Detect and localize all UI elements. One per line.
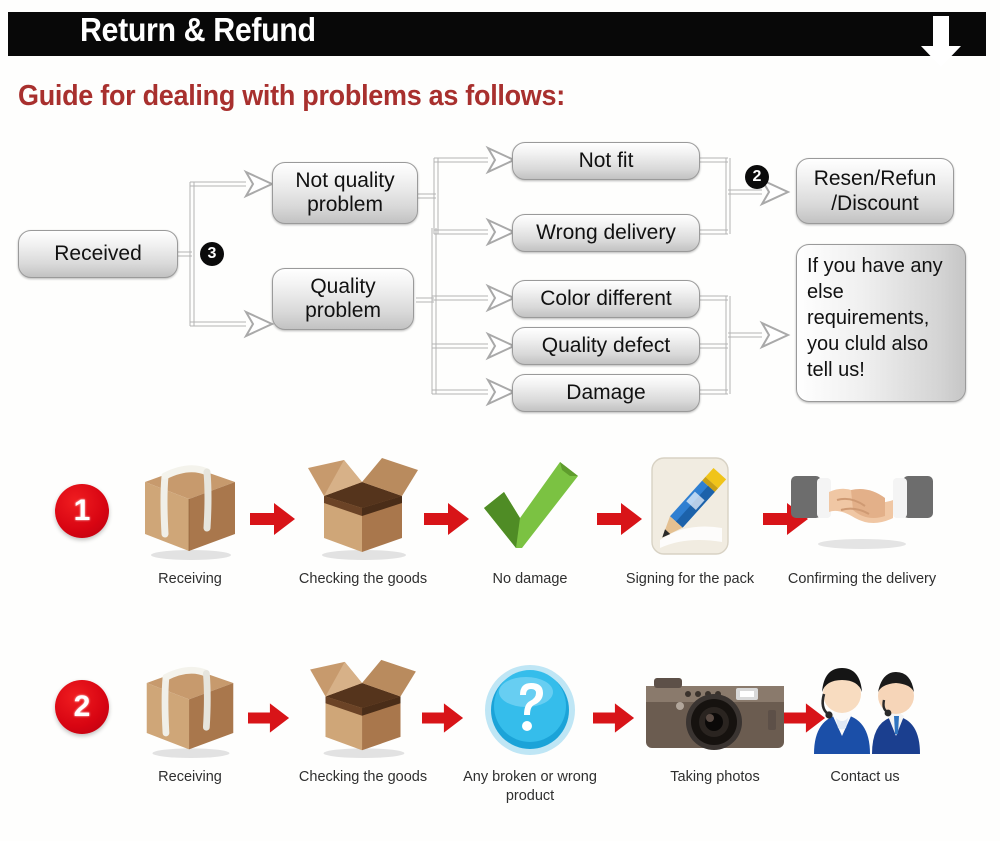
process-step-caption: Checking the goods — [298, 571, 428, 587]
process-step-caption: Receiving — [158, 769, 222, 785]
flow-badge-start-branch: 3 — [200, 242, 224, 266]
camera-icon — [640, 650, 790, 758]
open-box-icon — [288, 650, 438, 758]
process-step-contact-us: Contact us — [790, 650, 940, 787]
flow-node-color-different[interactable]: Color different — [512, 280, 700, 318]
problem-flowchart: Received 3 Not quality problem Quality p… — [0, 130, 1000, 430]
process-step-checking-goods: Checking the goods — [288, 650, 438, 787]
pencil-signing-icon — [615, 452, 765, 560]
process-row-1: 1 Receiving Checking the goods No damage… — [0, 452, 1000, 642]
flow-node-quality-problem[interactable]: Quality problem — [272, 268, 414, 330]
flow-node-received[interactable]: Received — [18, 230, 178, 278]
blue-question-mark-icon — [455, 650, 605, 758]
process-step-caption: Signing for the pack — [625, 571, 755, 587]
flow-node-label-line1: Quality — [310, 275, 376, 299]
outcome-label-line2: /Discount — [831, 192, 919, 215]
green-checkmark-icon — [455, 452, 605, 560]
closed-box-icon — [115, 650, 265, 758]
flow-node-wrong-delivery[interactable]: Wrong delivery — [512, 214, 700, 252]
red-right-arrow-icon — [593, 702, 639, 736]
flow-node-label-line2: problem — [305, 299, 381, 322]
guide-heading: Guide for dealing with problems as follo… — [18, 80, 565, 112]
open-box-icon — [288, 452, 438, 560]
page-title: Return & Refund — [80, 11, 316, 48]
process-step-receiving: Receiving — [115, 452, 265, 589]
support-agents-icon — [790, 650, 940, 758]
outcome-label-line1: Resen/Refun — [813, 166, 937, 190]
process-step-any-broken: Any broken or wrong product — [455, 650, 605, 805]
process-step-checking-goods: Checking the goods — [288, 452, 438, 589]
closed-box-icon — [115, 452, 265, 560]
flow-node-label-line1: Not quality — [295, 169, 395, 193]
process-step-no-damage: No damage — [455, 452, 605, 589]
process-step-taking-photos: Taking photos — [640, 650, 790, 787]
process-step-caption: No damage — [492, 571, 568, 587]
process-row-2: 2 Receiving Checking the goods Any broke… — [0, 640, 1000, 830]
process-step-receiving: Receiving — [115, 650, 265, 787]
flow-node-quality-defect[interactable]: Quality defect — [512, 327, 700, 365]
down-arrow-icon — [920, 16, 962, 68]
process-step-signing: Signing for the pack — [615, 452, 765, 589]
process-step-caption: Receiving — [158, 571, 222, 587]
process-step-caption: Confirming the delivery — [787, 571, 937, 587]
flow-node-other-requirements[interactable]: If you have any else requirements, you c… — [796, 244, 966, 402]
flow-badge-resolution: 2 — [745, 165, 769, 189]
return-refund-page: Return & Refund Guide for dealing with p… — [0, 0, 1000, 841]
process-step-caption: Taking photos — [670, 769, 760, 785]
process-step-caption: Contact us — [830, 769, 900, 785]
flow-node-damage[interactable]: Damage — [512, 374, 700, 412]
flow-node-not-quality-problem[interactable]: Not quality problem — [272, 162, 418, 224]
process-step-confirming-delivery: Confirming the delivery — [787, 452, 937, 589]
process-step-caption: Any broken or wrong product — [463, 769, 597, 804]
flow-node-not-fit[interactable]: Not fit — [512, 142, 700, 180]
handshake-icon — [787, 452, 937, 560]
flow-node-label-line2: problem — [307, 193, 383, 216]
flow-node-resend-refund-discount[interactable]: Resen/Refun /Discount — [796, 158, 954, 224]
process-step-caption: Checking the goods — [298, 769, 428, 785]
process-row-number: 1 — [55, 484, 109, 538]
process-row-number: 2 — [55, 680, 109, 734]
